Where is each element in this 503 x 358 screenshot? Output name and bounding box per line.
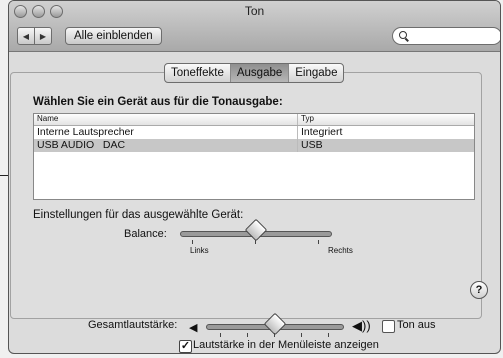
volume-tick — [328, 333, 329, 337]
device-settings-label: Einstellungen für das ausgewählte Gerät: — [33, 209, 244, 221]
forward-icon[interactable]: ▶ — [34, 28, 51, 44]
search-icon — [399, 31, 407, 39]
show-all-button[interactable]: Alle einblenden — [65, 27, 162, 45]
menubar-checkbox[interactable]: ✓ — [179, 340, 192, 353]
help-button[interactable]: ? — [470, 281, 488, 299]
balance-right-label: Rechts — [328, 246, 353, 255]
column-header-type[interactable]: Typ — [297, 114, 474, 125]
tab-toneffekte[interactable]: Toneffekte — [165, 64, 230, 82]
window-title: Ton — [244, 4, 265, 18]
speaker-low-icon: ◀ — [189, 322, 198, 334]
volume-label: Gesamtlautstärke: — [88, 319, 178, 331]
device-name: Interne Lautsprecher — [37, 126, 134, 138]
navigation-buttons: ◀ ▶ — [17, 27, 52, 45]
balance-label: Balance: — [124, 228, 167, 240]
table-header: Name Typ — [34, 114, 474, 126]
table-row[interactable]: Interne Lautsprecher Integriert — [34, 126, 474, 139]
device-name: USB AUDIO DAC — [37, 139, 126, 151]
volume-tick — [247, 333, 248, 337]
search-input[interactable] — [392, 27, 500, 45]
column-header-name[interactable]: Name — [34, 114, 297, 125]
title-bar: Ton ◀ ▶ Alle einblenden — [9, 1, 500, 52]
mute-checkbox[interactable] — [382, 320, 395, 333]
speaker-high-icon: ◀)) — [352, 318, 371, 333]
balance-tick — [192, 240, 193, 244]
balance-tick — [318, 240, 319, 244]
table-row-selected[interactable]: USB AUDIO DAC USB — [34, 139, 474, 152]
tab-eingabe[interactable]: Eingabe — [288, 64, 343, 82]
volume-tick — [220, 333, 221, 337]
device-type: Integriert — [297, 126, 474, 139]
balance-left-label: Links — [190, 246, 209, 255]
mute-label[interactable]: Ton aus — [397, 319, 436, 331]
tab-bar: Toneffekte Ausgabe Eingabe — [164, 63, 345, 83]
balance-tick — [255, 240, 256, 244]
volume-tick — [301, 333, 302, 337]
output-heading: Wählen Sie ein Gerät aus für die Tonausg… — [33, 96, 283, 108]
tab-ausgabe[interactable]: Ausgabe — [229, 64, 289, 82]
device-table: Name Typ Interne Lautsprecher Integriert… — [33, 113, 475, 200]
volume-tick — [274, 333, 275, 337]
device-type: USB — [297, 139, 474, 152]
menubar-label[interactable]: Lautstärke in der Menüleiste anzeigen — [193, 339, 379, 351]
back-icon[interactable]: ◀ — [18, 28, 34, 44]
